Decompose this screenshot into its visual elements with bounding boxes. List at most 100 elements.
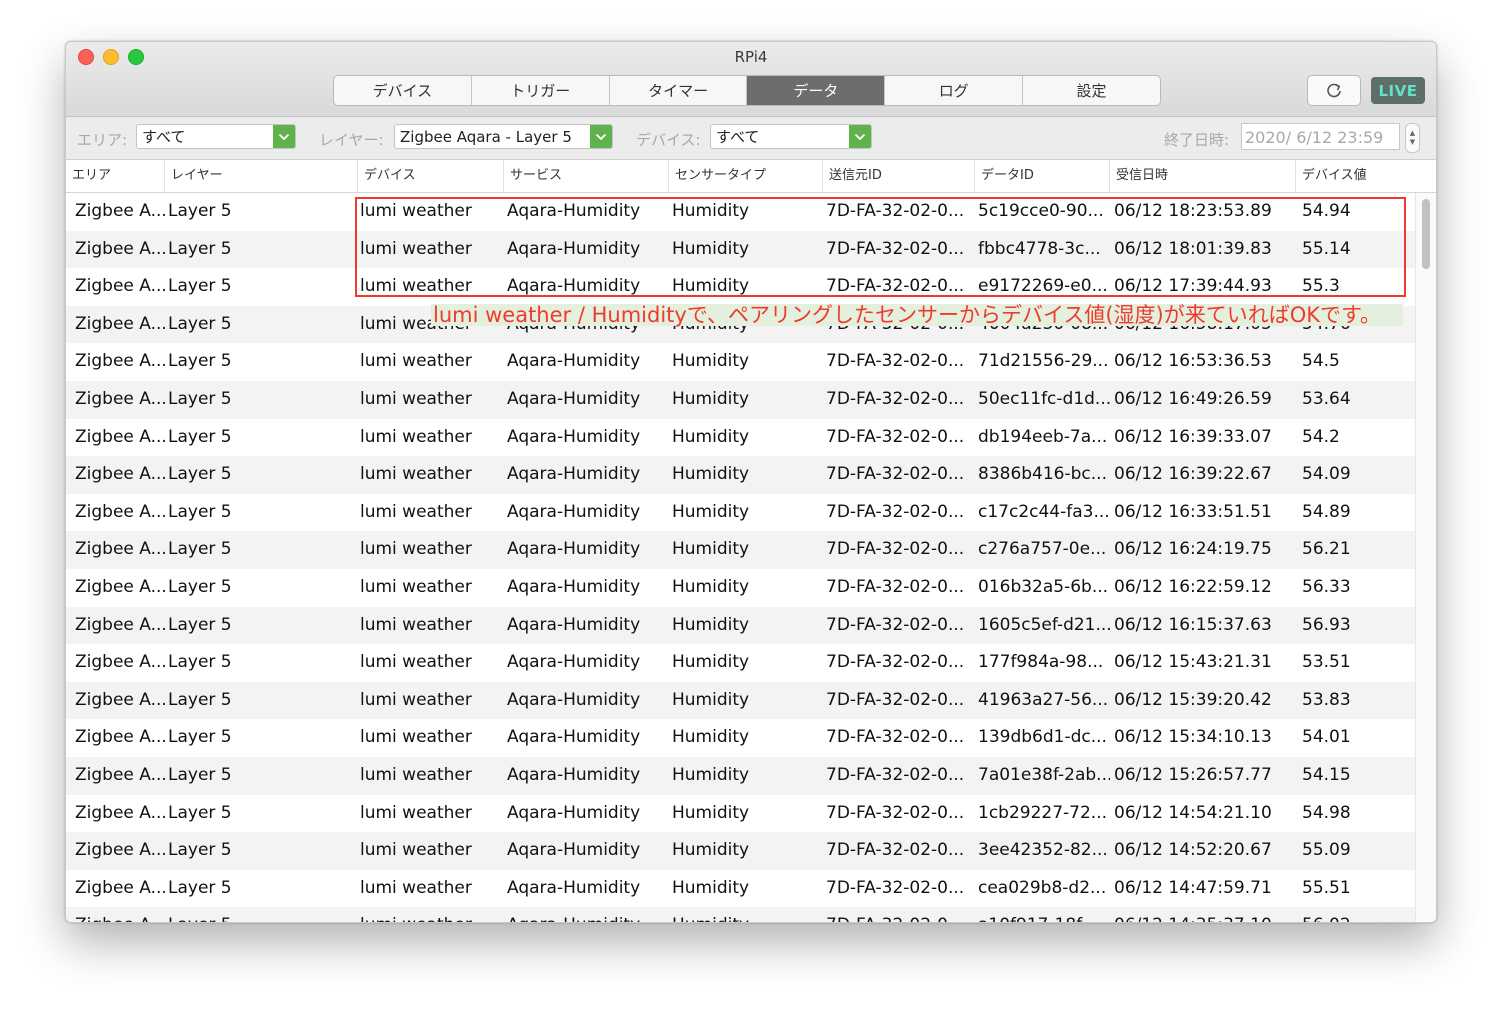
tab-settings[interactable]: 設定 xyxy=(1023,76,1160,105)
tab-data[interactable]: データ xyxy=(747,76,886,105)
cell-received: 06/12 16:39:22.67 xyxy=(1114,464,1272,485)
cell-received: 06/12 16:49:26.59 xyxy=(1114,389,1272,409)
cell-data-id: db194eeb-7a... xyxy=(978,426,1108,447)
cell-device: lumi weather xyxy=(360,426,472,447)
table-row[interactable]: Zigbee A...Layer 5 lumi weather Aqara-Humi… xyxy=(66,870,1415,908)
stepper-up-icon: ▲ xyxy=(1409,129,1416,137)
vertical-scrollbar[interactable] xyxy=(1415,193,1436,922)
date-stepper[interactable]: ▲ ▼ xyxy=(1405,123,1420,153)
cell-device-value: 54.89 xyxy=(1302,501,1351,522)
cell-source-id: 7D-FA-32-02-0... xyxy=(826,276,965,297)
cell-data-id: 41963a27-56... xyxy=(978,689,1109,710)
table-row[interactable]: Zigbee A...Layer 5 lumi weather Aqara-Humi… xyxy=(66,681,1415,720)
table-row[interactable]: Zigbee A...Layer 5 lumi weather Aqara-Humi… xyxy=(66,456,1415,494)
table-row[interactable]: Zigbee A...Layer 5 lumi weather Aqara-Humi… xyxy=(66,381,1415,419)
cell-source-id: 7D-FA-32-02-0... xyxy=(826,464,965,485)
cell-device: lumi weather xyxy=(360,802,472,823)
table-row[interactable]: Zigbee A...Layer 5 lumi weather Aqara-Humi… xyxy=(66,569,1415,607)
column-header-device[interactable]: デバイス xyxy=(357,160,503,192)
cell-sensor-type: Humidity xyxy=(672,389,750,409)
cell-data-id: cea029b8-d2... xyxy=(978,877,1107,898)
column-header-sensor-type[interactable]: センサータイプ xyxy=(668,160,822,192)
scrollbar-thumb[interactable] xyxy=(1422,199,1430,269)
table-row[interactable]: Zigbee A...Layer 5 lumi weather Aqara-Humi… xyxy=(66,907,1415,922)
cell-source-id: 7D-FA-32-02-0... xyxy=(826,727,965,748)
cell-device: lumi weather xyxy=(360,238,472,259)
refresh-button[interactable] xyxy=(1307,75,1361,106)
column-header-device-value[interactable]: デバイス値 xyxy=(1295,160,1415,192)
cell-sensor-type: Humidity xyxy=(672,201,750,221)
chevron-down-icon xyxy=(849,125,871,148)
cell-received: 06/12 16:33:51.51 xyxy=(1114,501,1272,522)
cell-service: Aqara-Humidity xyxy=(507,765,641,785)
end-date-label: 終了日時: xyxy=(1164,131,1230,149)
live-button[interactable]: LIVE xyxy=(1371,77,1425,104)
column-header-area[interactable]: エリア xyxy=(66,160,164,192)
cell-received: 06/12 15:43:21.31 xyxy=(1114,652,1272,673)
cell-device-value: 53.83 xyxy=(1302,689,1351,710)
table-row[interactable]: Zigbee A...Layer 5 lumi weather Aqara-Humi… xyxy=(66,644,1415,682)
cell-device-value: 54.5 xyxy=(1302,351,1340,372)
cell-area: Zigbee A... xyxy=(75,426,165,447)
column-header-received[interactable]: 受信日時 xyxy=(1109,160,1295,192)
cell-device-value: 54.98 xyxy=(1302,802,1351,823)
cell-service: Aqara-Humidity xyxy=(507,351,641,372)
cell-device: lumi weather xyxy=(360,614,472,635)
table-row[interactable]: Zigbee A...Layer 5 lumi weather Aqara-Humi… xyxy=(66,193,1415,231)
table-row[interactable]: Zigbee A...Layer 5 lumi weather Aqara-Humi… xyxy=(66,419,1415,457)
column-header-source-id[interactable]: 送信元ID xyxy=(822,160,974,192)
tab-log[interactable]: ログ xyxy=(885,76,1024,105)
table-row[interactable]: Zigbee A...Layer 5 lumi weather Aqara-Humi… xyxy=(66,719,1415,757)
cell-data-id: c17c2c44-fa3... xyxy=(978,501,1110,522)
cell-service: Aqara-Humidity xyxy=(507,802,641,823)
column-header-service[interactable]: サービス xyxy=(503,160,668,192)
area-filter-select[interactable]: すべて xyxy=(136,124,296,149)
cell-source-id: 7D-FA-32-02-0... xyxy=(826,840,965,861)
table-row[interactable]: Zigbee A...Layer 5 lumi weather Aqara-Humi… xyxy=(66,230,1415,269)
tab-bar: デバイス トリガー タイマー データ ログ 設定 xyxy=(333,75,1161,106)
cell-device-value: 56.33 xyxy=(1302,577,1351,597)
cell-sensor-type: Humidity xyxy=(672,652,750,673)
cell-area: Zigbee A... xyxy=(75,614,165,635)
table-row[interactable]: Zigbee A...Layer 5 lumi weather Aqara-Humi… xyxy=(66,757,1415,795)
table-row[interactable]: Zigbee A...Layer 5 lumi weather Aqara-Humi… xyxy=(66,531,1415,569)
refresh-icon xyxy=(1327,83,1341,97)
cell-area: Zigbee A... xyxy=(75,539,165,560)
cell-service: Aqara-Humidity xyxy=(507,201,641,221)
cell-data-id: fbbc4778-3c... xyxy=(978,238,1101,259)
cell-layer: Layer 5 xyxy=(168,201,232,221)
cell-layer: Layer 5 xyxy=(168,238,232,259)
cell-received: 06/12 15:26:57.77 xyxy=(1114,765,1272,785)
column-header-layer[interactable]: レイヤー xyxy=(164,160,357,192)
cell-received: 06/12 18:01:39.83 xyxy=(1114,238,1272,259)
cell-source-id: 7D-FA-32-02-0... xyxy=(826,802,965,823)
cell-area: Zigbee A... xyxy=(75,907,165,922)
table-row[interactable]: Zigbee A...Layer 5 lumi weather Aqara-Humi… xyxy=(66,494,1415,532)
cell-area: Zigbee A... xyxy=(75,877,165,898)
tab-triggers[interactable]: トリガー xyxy=(472,76,610,105)
cell-device: lumi weather xyxy=(360,907,503,922)
layer-filter-select[interactable]: Zigbee Aqara - Layer 5 xyxy=(394,124,613,149)
cell-area: Zigbee A... xyxy=(75,464,165,485)
device-filter-select[interactable]: すべて xyxy=(710,124,872,149)
column-header-data-id[interactable]: データID xyxy=(974,160,1109,192)
table-row[interactable]: Zigbee A...Layer 5 lumi weather Aqara-Humi… xyxy=(66,606,1415,645)
end-date-field[interactable]: 2020/ 6/12 23:59 xyxy=(1241,123,1400,150)
chevron-down-icon xyxy=(273,125,295,148)
table-row[interactable]: Zigbee A...Layer 5 lumi weather Aqara-Humi… xyxy=(66,795,1415,833)
table-row[interactable]: Zigbee A...Layer 5 lumi weather Aqara-Humi… xyxy=(66,268,1415,306)
cell-sensor-type: Humidity xyxy=(672,351,750,372)
stepper-down-icon: ▼ xyxy=(1409,138,1416,146)
cell-device-value: 56.21 xyxy=(1302,539,1351,560)
cell-source-id: 7D-FA-32-02-0... xyxy=(826,351,965,372)
cell-service: Aqara-Humidity xyxy=(507,238,641,259)
table-row[interactable]: Zigbee A...Layer 5 lumi weather Aqara-Humi… xyxy=(66,832,1415,870)
cell-area: Zigbee A... xyxy=(75,389,165,409)
tab-devices[interactable]: デバイス xyxy=(334,76,472,105)
cell-area: Zigbee A... xyxy=(75,802,165,823)
tab-timers[interactable]: タイマー xyxy=(610,76,748,105)
cell-device: lumi weather xyxy=(360,389,472,409)
cell-area: Zigbee A... xyxy=(75,238,165,259)
table-row[interactable]: Zigbee A...Layer 5 lumi weather Aqara-Humi… xyxy=(66,343,1415,381)
cell-layer: Layer 5 xyxy=(168,840,232,861)
